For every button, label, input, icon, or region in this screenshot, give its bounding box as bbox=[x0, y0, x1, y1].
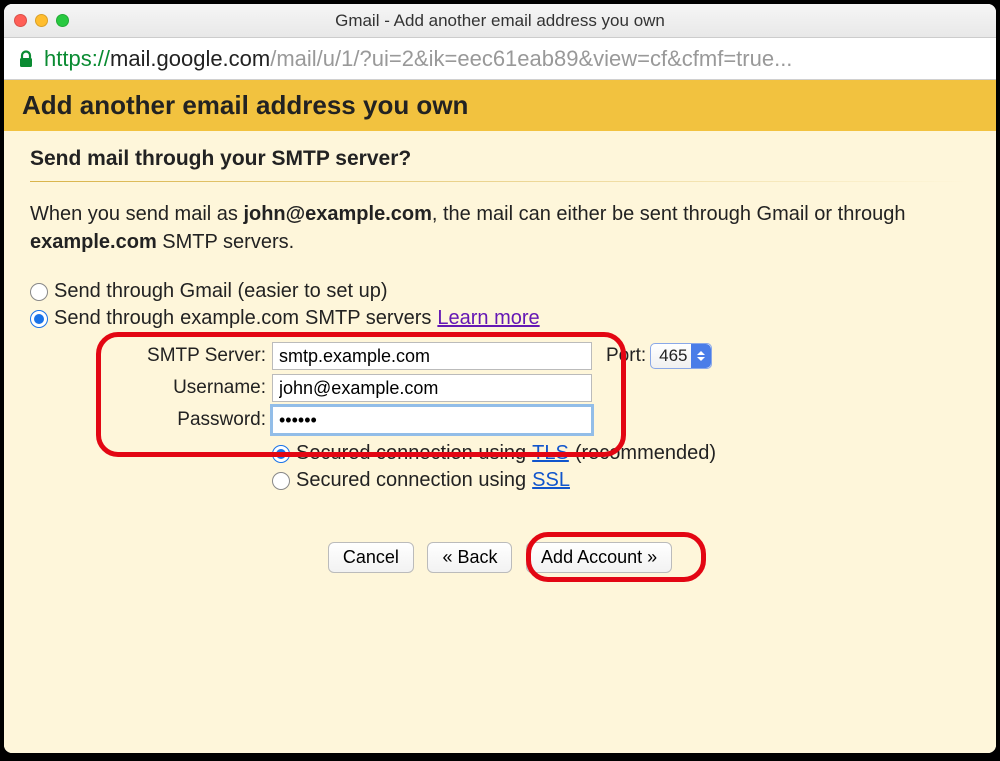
intro-email: john@example.com bbox=[243, 203, 431, 225]
divider bbox=[30, 181, 970, 182]
titlebar: Gmail - Add another email address you ow… bbox=[4, 4, 996, 38]
intro-domain: example.com bbox=[30, 231, 157, 253]
radio-tls[interactable] bbox=[272, 445, 290, 463]
ssl-link[interactable]: SSL bbox=[532, 469, 570, 492]
back-button[interactable]: « Back bbox=[427, 542, 512, 573]
radio-ssl[interactable] bbox=[272, 472, 290, 490]
smtp-server-input[interactable] bbox=[272, 342, 592, 370]
radio-smtp-prefix: Send through bbox=[54, 307, 174, 330]
add-account-button[interactable]: Add Account » bbox=[526, 542, 672, 573]
radio-smtp-suffix: SMTP servers bbox=[305, 307, 431, 330]
cancel-button[interactable]: Cancel bbox=[328, 542, 414, 573]
password-label: Password: bbox=[110, 409, 272, 431]
button-row: Cancel « Back Add Account » bbox=[30, 542, 970, 573]
content-area: Add another email address you own Send m… bbox=[4, 80, 996, 753]
port-select[interactable]: 465 bbox=[650, 343, 712, 369]
browser-window: Gmail - Add another email address you ow… bbox=[4, 4, 996, 753]
tls-prefix: Secured connection using bbox=[296, 442, 526, 465]
radio-smtp-domain: example.com bbox=[180, 307, 299, 330]
learn-more-link[interactable]: Learn more bbox=[437, 307, 539, 330]
smtp-form: SMTP Server: Port: 465 Username: Passwor… bbox=[110, 342, 970, 434]
password-input[interactable] bbox=[272, 406, 592, 434]
port-label: Port: bbox=[606, 345, 646, 367]
intro-suffix: SMTP servers. bbox=[157, 231, 294, 253]
tls-link[interactable]: TLS bbox=[532, 442, 569, 465]
window-title: Gmail - Add another email address you ow… bbox=[4, 11, 996, 31]
smtp-server-label: SMTP Server: bbox=[110, 345, 272, 367]
smtp-server-row: SMTP Server: Port: 465 bbox=[110, 342, 970, 370]
lock-icon bbox=[18, 50, 34, 68]
url-host: mail.google.com bbox=[110, 46, 270, 72]
intro-prefix: When you send mail as bbox=[30, 203, 243, 225]
main-panel: Send mail through your SMTP server? When… bbox=[4, 131, 996, 589]
intro-middle: , the mail can either be sent through Gm… bbox=[432, 203, 906, 225]
radio-gmail-row[interactable]: Send through Gmail (easier to set up) bbox=[30, 280, 970, 303]
tls-suffix: (recommended) bbox=[575, 442, 716, 465]
radio-tls-row[interactable]: Secured connection using TLS (recommende… bbox=[272, 442, 970, 465]
stepper-arrows-icon[interactable] bbox=[691, 344, 711, 368]
intro-text: When you send mail as john@example.com, … bbox=[30, 200, 970, 256]
radio-smtp-row[interactable]: Send through example.com SMTP servers Le… bbox=[30, 307, 970, 330]
send-through-group: Send through Gmail (easier to set up) Se… bbox=[30, 280, 970, 330]
radio-gmail[interactable] bbox=[30, 283, 48, 301]
port-value: 465 bbox=[659, 346, 687, 366]
url-path: /mail/u/1/?ui=2&ik=eec61eab89&view=cf&cf… bbox=[270, 46, 792, 72]
username-label: Username: bbox=[110, 377, 272, 399]
security-group: Secured connection using TLS (recommende… bbox=[272, 442, 970, 492]
ssl-prefix: Secured connection using bbox=[296, 469, 526, 492]
username-row: Username: bbox=[110, 374, 970, 402]
username-input[interactable] bbox=[272, 374, 592, 402]
radio-smtp[interactable] bbox=[30, 310, 48, 328]
url-bar[interactable]: https://mail.google.com/mail/u/1/?ui=2&i… bbox=[4, 38, 996, 80]
password-row: Password: bbox=[110, 406, 970, 434]
page-title: Add another email address you own bbox=[4, 80, 996, 131]
radio-ssl-row[interactable]: Secured connection using SSL bbox=[272, 469, 970, 492]
subheader: Send mail through your SMTP server? bbox=[30, 147, 970, 171]
radio-gmail-label: Send through Gmail (easier to set up) bbox=[54, 280, 388, 303]
url-protocol: https:// bbox=[44, 46, 110, 72]
